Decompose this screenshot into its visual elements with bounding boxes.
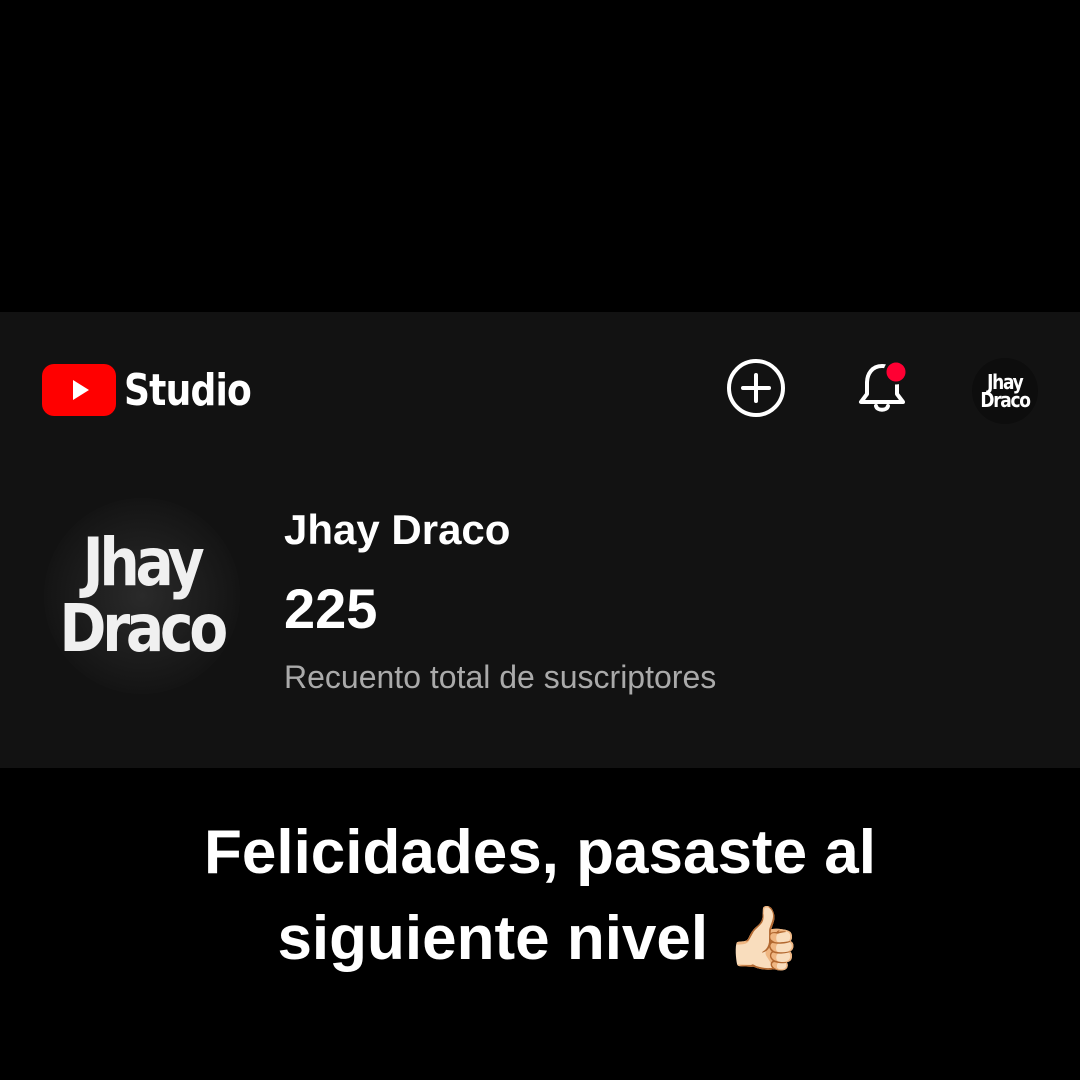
logo-text: Studio: [124, 364, 252, 416]
studio-channel-card: Studio Jhay Draco Jhay Draco Jhay Draco …: [0, 312, 1080, 768]
notifications-button[interactable]: [852, 358, 912, 418]
avatar-text-line2: Draco: [980, 388, 1031, 412]
subscriber-count-label: Recuento total de suscriptores: [284, 659, 717, 695]
channel-avatar-line1: Jhay: [83, 524, 205, 601]
subscriber-count: 225: [284, 577, 378, 640]
top-app-bar: Studio Jhay Draco: [0, 312, 1080, 462]
channel-summary: Jhay Draco Jhay Draco 225 Recuento total…: [0, 482, 1080, 712]
plus-circle-icon: [727, 359, 785, 417]
account-avatar[interactable]: Jhay Draco: [972, 358, 1038, 424]
bell-icon: [859, 359, 909, 412]
youtube-play-icon: [42, 364, 116, 416]
screen: Studio Jhay Draco Jhay Draco Jhay Draco …: [0, 0, 1080, 1080]
caption-line-2: siguiente nivel 👍🏻: [277, 904, 803, 973]
overlay-caption: Felicidades, pasaste al siguiente nivel …: [0, 810, 1080, 982]
youtube-studio-logo[interactable]: Studio: [42, 362, 279, 418]
channel-name: Jhay Draco: [284, 506, 511, 553]
create-button[interactable]: [726, 358, 786, 418]
notification-badge: [883, 359, 909, 385]
caption-line-1: Felicidades, pasaste al: [203, 818, 876, 887]
channel-avatar[interactable]: Jhay Draco: [44, 498, 240, 694]
channel-avatar-line2: Draco: [59, 590, 229, 667]
